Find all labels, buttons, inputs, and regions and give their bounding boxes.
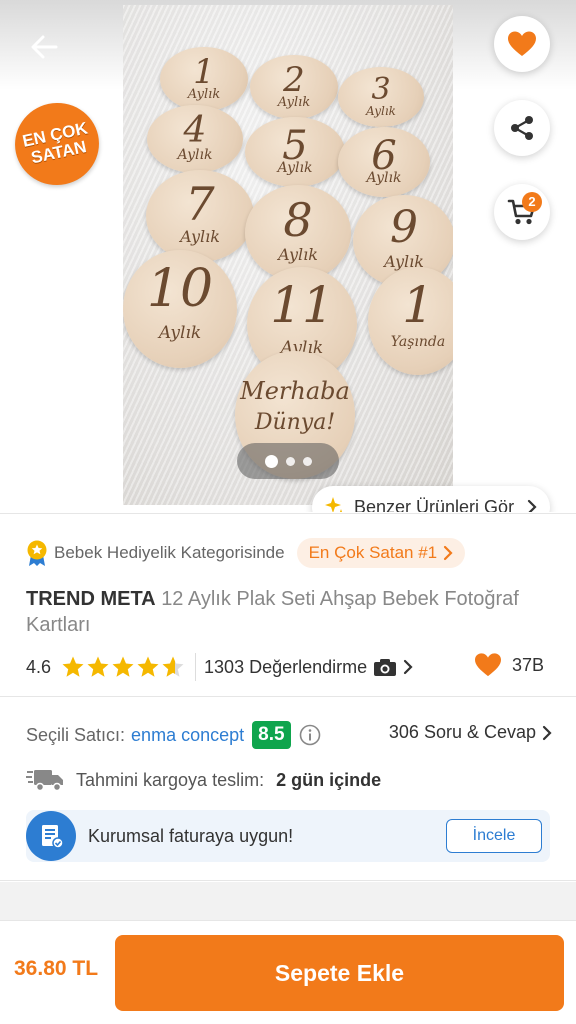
share-icon [511,116,533,140]
star-icon [162,656,184,677]
wooden-disc: 2 Aylık [250,55,338,119]
disc-label: Aylık [366,170,402,187]
chevron-right-icon [527,499,537,512]
seller-label: Seçili Satıcı: [26,724,126,745]
corporate-invoice-banner: Kurumsal faturaya uygun! İncele [26,810,550,862]
bottom-bar: 36.80 TL Sepete Ekle [0,920,576,1024]
disc-label: Aylık [366,104,396,119]
chevron-right-icon [542,725,552,740]
favorite-count-value: 37B [511,654,544,675]
star-icon [137,656,159,677]
brand-name[interactable]: TREND META [26,588,156,610]
invoice-icon [26,811,76,861]
wooden-disc: 1 Aylık [160,47,248,111]
disc-label: Dünya! [254,409,336,435]
disc-label: Aylık [277,160,313,177]
divider [0,696,576,697]
rating-row: 4.6 1303 Değerlendirme 37B [26,652,550,682]
gallery-pager [237,443,339,479]
back-button[interactable] [22,24,68,70]
rating-value: 4.6 [26,656,52,677]
category-row: Bebek Hediyelik Kategorisinde En Çok Sat… [26,538,466,568]
product-image-gallery[interactable]: 1 Aylık 2 Aylık 3 Aylık 4 Aylık 5 Aylık 6 Aylık 7 Ayl… [0,0,576,512]
qa-label: 306 Soru & Cevap [388,722,536,742]
info-icon[interactable] [299,724,321,746]
disc-number: 10 [146,259,214,320]
shipping-label: Tahmini kargoya teslim: [76,769,265,790]
separator [195,653,197,681]
shipping-value: 2 gün içinde [276,769,382,790]
heart-icon [474,653,501,677]
reviews-count: 1303 Değerlendirme [204,656,368,677]
disc-number: 3 [371,71,391,107]
seller-score-badge: 8.5 [252,721,291,749]
seller-row: Seçili Satıcı: enma concept 8.5 306 Soru… [26,718,552,752]
disc-label: Aylık [278,244,318,264]
arrow-left-icon [31,35,58,59]
section-gap [0,882,576,920]
disc-number: 1 [402,275,434,334]
disc-label: Aylık [187,86,221,102]
star-icon [87,656,109,677]
invoice-text: Kurumsal faturaya uygun! [88,825,294,846]
medal-icon [27,540,47,566]
pager-dot[interactable] [302,456,312,466]
star-icon [112,656,134,677]
wooden-disc: 3 Aylık [338,67,424,127]
price: 36.80 TL [14,957,99,980]
pager-dot[interactable] [285,456,295,466]
divider [0,513,576,514]
inspect-button[interactable]: İncele [446,819,542,853]
similar-products-label: Benzer Ürünleri Gör [354,496,515,513]
wooden-disc: 5 Aylık [245,117,345,187]
disc-label: Aylık [158,323,202,344]
product-title: TREND META 12 Aylık Plak Seti Ahşap Bebe… [26,586,546,638]
category-text: Bebek Hediyelik Kategorisinde [54,543,285,562]
disc-number: 11 [270,276,334,335]
shipping-row: Tahmini kargoya teslim: 2 gün içinde [26,768,381,792]
delivery-truck-icon [26,770,63,792]
seller-name-link[interactable]: enma concept [131,725,244,746]
cart-button[interactable]: 2 [494,184,550,240]
disc-number: Merhaba [240,376,350,405]
share-button[interactable] [494,100,550,156]
star-icon [62,656,84,677]
disc-number: 9 [390,202,418,254]
chevron-right-icon [444,545,453,561]
rank-label: En Çok Satan #1 [308,543,438,562]
wooden-disc: 6 Aylık [338,127,430,197]
sparkle-icon [325,497,342,512]
disc-number: 7 [185,177,215,232]
add-to-cart-button[interactable]: Sepete Ekle [115,935,564,1011]
pager-dot[interactable] [264,454,278,468]
favorite-button[interactable] [494,16,550,72]
product-photo[interactable]: 1 Aylık 2 Aylık 3 Aylık 4 Aylık 5 Aylık 6 Aylık 7 Ayl… [123,5,453,505]
similar-products-button[interactable]: Benzer Ürünleri Gör [312,486,550,512]
chevron-right-icon [404,659,413,675]
divider [0,880,576,881]
disc-label: Yaşında [390,333,446,350]
wooden-disc: 7 Aylık [146,170,254,262]
wooden-disc: 4 Aylık [147,105,243,173]
disc-label: Aylık [177,147,213,164]
bestseller-badge: EN ÇOK SATAN [7,95,107,193]
camera-icon [374,659,397,676]
disc-label: Aylık [180,227,220,247]
disc-number: 8 [283,192,313,247]
rating-stars [61,655,185,679]
disc-label: Aylık [277,94,311,110]
disc-number: 4 [183,110,207,152]
favorite-count[interactable]: 37B [474,652,544,678]
bestseller-rank-link[interactable]: En Çok Satan #1 [296,538,466,568]
questions-answers-link[interactable]: 306 Soru & Cevap [389,722,552,743]
wooden-disc: 10 Aylık [123,250,237,368]
heart-icon [508,31,536,56]
reviews-link[interactable]: 1303 Değerlendirme [204,657,413,678]
cart-count-badge: 2 [522,192,542,212]
